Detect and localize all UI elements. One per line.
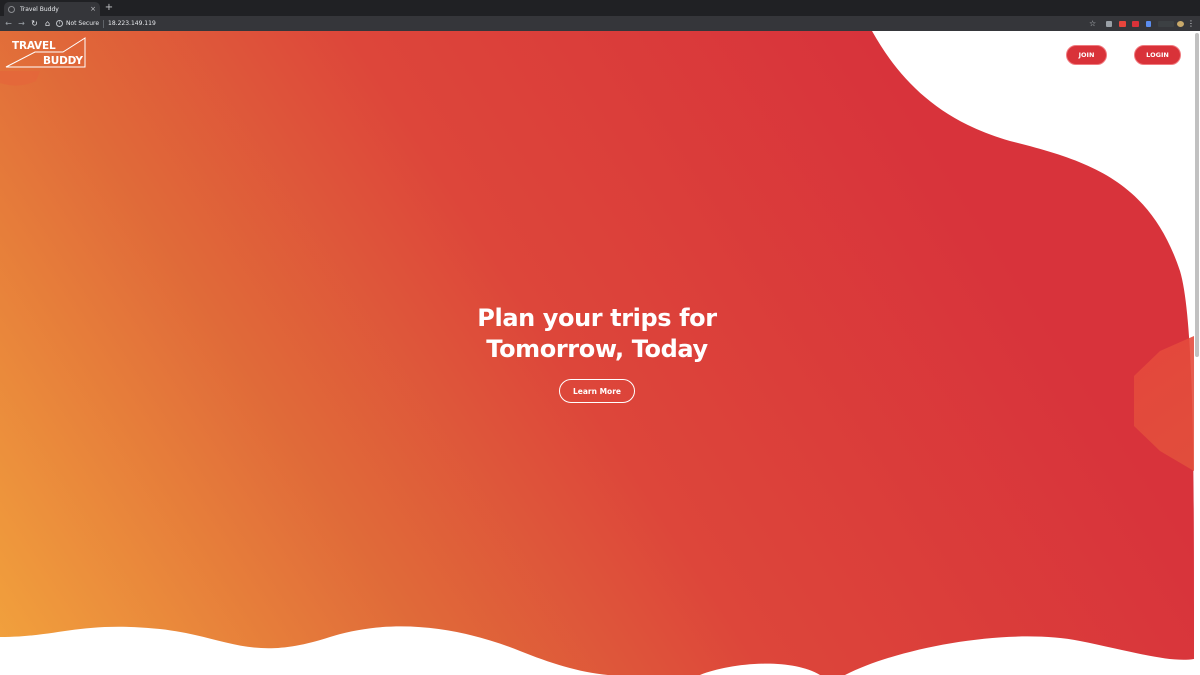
info-icon[interactable]: i (56, 20, 63, 27)
extension-icon[interactable] (1132, 21, 1139, 27)
travel-buddy-logo[interactable]: TRAVEL BUDDY (5, 37, 88, 69)
tab-title: Travel Buddy (20, 5, 59, 13)
forward-icon[interactable]: → (15, 17, 28, 30)
page-viewport: TRAVEL BUDDY JOIN LOGIN Plan your trips … (0, 31, 1200, 675)
reload-icon[interactable]: ↻ (28, 17, 41, 30)
extension-icon[interactable] (1106, 21, 1112, 27)
back-icon[interactable]: ← (2, 17, 15, 30)
browser-tab[interactable]: Travel Buddy × (4, 2, 100, 16)
url-text[interactable]: 18.223.149.119 (108, 20, 156, 27)
new-tab-button[interactable]: + (104, 2, 114, 14)
browser-toolbar: ← → ↻ ⌂ i Not Secure 18.223.149.119 ☆ ⋮ (0, 16, 1200, 31)
bookmark-star-icon[interactable]: ☆ (1089, 18, 1096, 29)
scrollbar-thumb[interactable] (1195, 33, 1199, 357)
home-icon[interactable]: ⌂ (41, 17, 54, 30)
join-button[interactable]: JOIN (1066, 45, 1107, 65)
hero-title-line2: Tomorrow, Today (486, 335, 708, 363)
globe-icon (8, 5, 15, 13)
learn-more-button[interactable]: Learn More (559, 379, 635, 403)
hero-title: Plan your trips for Tomorrow, Today (397, 303, 797, 365)
login-button[interactable]: LOGIN (1134, 45, 1181, 65)
tab-strip: Travel Buddy × + (0, 0, 1200, 16)
browser-chrome: Travel Buddy × + ← → ↻ ⌂ i Not Secure 18… (0, 0, 1200, 31)
hero-title-line1: Plan your trips for (477, 304, 717, 332)
extension-icon[interactable] (1158, 21, 1174, 27)
logo-text-travel: TRAVEL (12, 40, 56, 52)
close-icon[interactable]: × (90, 5, 96, 13)
security-label: Not Secure (66, 20, 100, 27)
extension-icon[interactable] (1146, 21, 1151, 27)
menu-dots-icon[interactable]: ⋮ (1187, 17, 1195, 30)
scrollbar[interactable] (1194, 31, 1200, 675)
logo-text-buddy: BUDDY (43, 55, 83, 67)
address-bar[interactable]: i Not Secure 18.223.149.119 (56, 18, 1106, 29)
profile-avatar[interactable] (1177, 21, 1184, 27)
extension-icon[interactable] (1119, 21, 1126, 27)
url-separator (103, 19, 105, 28)
